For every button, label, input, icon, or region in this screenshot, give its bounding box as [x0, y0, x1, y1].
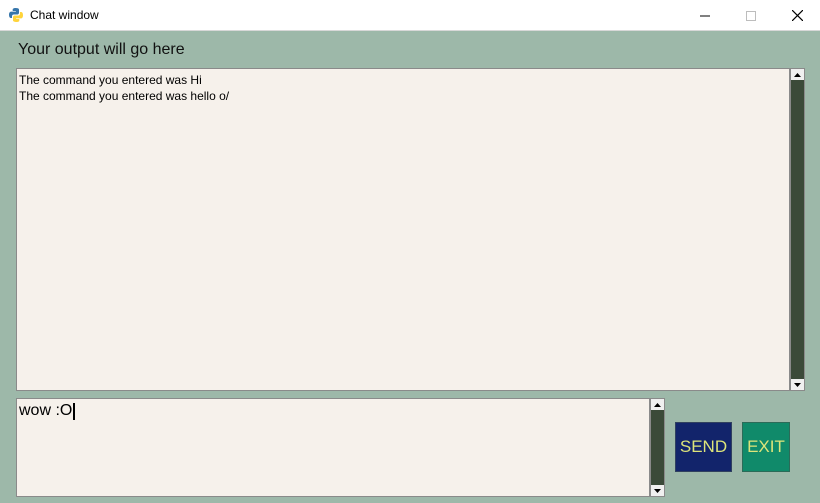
output-textbox[interactable]: The command you entered was Hi The comma… — [16, 68, 790, 391]
send-button[interactable]: SEND — [675, 422, 732, 472]
arrow-down-icon — [794, 382, 801, 387]
input-scrollbar[interactable] — [650, 398, 665, 497]
maximize-button[interactable] — [728, 0, 774, 31]
arrow-up-icon — [654, 402, 661, 407]
close-button[interactable] — [774, 0, 820, 31]
output-log: The command you entered was Hi The comma… — [19, 72, 229, 104]
output-line: The command you entered was Hi — [19, 73, 202, 87]
close-icon — [791, 10, 803, 21]
message-input[interactable]: wow :O — [16, 398, 650, 497]
scroll-down-button[interactable] — [651, 485, 664, 496]
text-caret — [73, 402, 76, 420]
arrow-down-icon — [654, 488, 661, 493]
output-scrollbar[interactable] — [790, 68, 805, 391]
minimize-icon — [700, 11, 710, 21]
message-input-content: wow :O — [19, 402, 76, 420]
python-icon — [8, 7, 24, 23]
output-label: Your output will go here — [18, 41, 185, 58]
message-input-value: wow :O — [19, 402, 73, 419]
scroll-up-button[interactable] — [791, 69, 804, 80]
scroll-up-button[interactable] — [651, 399, 664, 410]
exit-button[interactable]: EXIT — [742, 422, 790, 472]
maximize-icon — [746, 10, 756, 21]
scroll-down-button[interactable] — [791, 379, 804, 390]
minimize-button[interactable] — [682, 0, 728, 31]
output-line: The command you entered was hello o/ — [19, 89, 230, 103]
arrow-up-icon — [794, 72, 801, 77]
window-title: Chat window — [30, 8, 99, 22]
title-bar: Chat window — [0, 0, 820, 31]
